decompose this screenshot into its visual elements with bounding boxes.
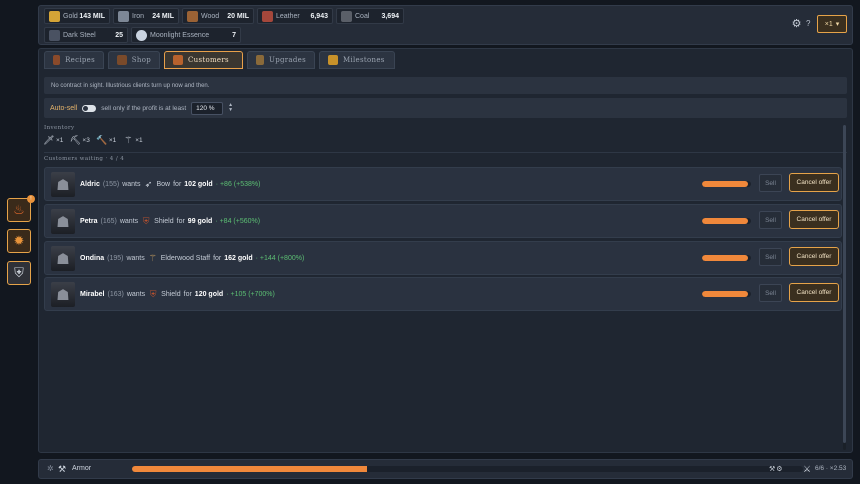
iron-icon bbox=[118, 10, 129, 22]
sell-button[interactable]: Sell bbox=[759, 174, 782, 192]
staff-icon: ⚚ bbox=[148, 252, 157, 263]
customer-request: Ondina (195) wants ⚚ Elderwood Staff for… bbox=[80, 252, 305, 263]
resource-leather: Leather 6,943 bbox=[257, 8, 333, 24]
sell-button[interactable]: Sell bbox=[759, 284, 782, 302]
armor-button[interactable]: ⛨ bbox=[7, 261, 31, 285]
threshold-stepper[interactable]: ▲ ▼ bbox=[228, 103, 233, 113]
cancel-offer-button[interactable]: Cancel offer bbox=[789, 173, 839, 192]
notification-badge: ! bbox=[27, 195, 35, 203]
patience-bar bbox=[702, 181, 751, 187]
divider bbox=[44, 152, 847, 153]
gold-icon bbox=[49, 10, 60, 22]
resource-gold: Gold 143 MIL bbox=[44, 8, 110, 24]
inventory-item[interactable]: ⚚ ×1 bbox=[123, 135, 142, 145]
help-icon[interactable]: ? bbox=[806, 19, 810, 28]
customer-row: ☗ Petra (165) wants ⛨ Shield for 99 gold… bbox=[44, 204, 842, 238]
auto-sell-text: sell only if the profit is at least bbox=[101, 104, 187, 112]
customer-request: Mirabel (163) wants ⛨ Shield for 120 gol… bbox=[80, 288, 275, 299]
profit-threshold-input[interactable]: 120 % bbox=[191, 101, 224, 115]
scrollbar-thumb[interactable] bbox=[843, 125, 846, 443]
staff-icon: ⚚ bbox=[124, 134, 133, 145]
inventory-item[interactable]: 🗡 ×1 bbox=[43, 134, 63, 145]
patience-bar bbox=[702, 291, 751, 297]
fire-button[interactable]: ✹ bbox=[7, 229, 31, 253]
armor-icon: ⚒ bbox=[58, 464, 67, 474]
moonlight-essence-icon bbox=[136, 29, 147, 41]
craft-progress-bar bbox=[132, 466, 803, 472]
customer-portrait: ☗ bbox=[51, 172, 75, 197]
shop-icon bbox=[117, 55, 127, 65]
tab-recipes[interactable]: Recipes bbox=[44, 51, 104, 69]
cancel-offer-button[interactable]: Cancel offer bbox=[789, 247, 839, 266]
auto-sell-row: Auto-sell sell only if the profit is at … bbox=[44, 98, 847, 118]
forge-icon: ♨ bbox=[13, 202, 25, 217]
leather-icon bbox=[262, 10, 273, 22]
settings-icon[interactable]: ✲ bbox=[47, 464, 54, 473]
customer-request: Petra (165) wants ⛨ Shield for 99 gold ·… bbox=[80, 215, 261, 226]
customer-request: Aldric (155) wants ➶ Bow for 102 gold · … bbox=[80, 178, 261, 189]
milestone-icon bbox=[328, 55, 338, 65]
chevron-down-icon[interactable]: ▼ bbox=[228, 108, 233, 113]
customer-portrait: ☗ bbox=[51, 209, 75, 234]
multiplier-select[interactable]: ×1 ▾ bbox=[817, 15, 847, 33]
hammer-icon: 🔨 bbox=[96, 134, 108, 145]
armor-icon: ⛨ bbox=[14, 265, 24, 280]
customer-row: ☗ Mirabel (163) wants ⛨ Shield for 120 g… bbox=[44, 277, 842, 311]
patience-bar bbox=[702, 218, 751, 224]
bow-icon: ➶ bbox=[144, 178, 153, 189]
cancel-offer-button[interactable]: Cancel offer bbox=[789, 210, 839, 229]
craft-bar: ✲ ⚒ Armor ⚒⚙ ⚔ 6/6 · ×2.53 bbox=[38, 459, 853, 479]
recipe-book-icon bbox=[53, 55, 61, 65]
inventory-item[interactable]: 🔨 ×1 bbox=[96, 134, 116, 145]
tools-icons: ⚒⚙ bbox=[769, 466, 784, 473]
tab-upgrades[interactable]: Upgrades bbox=[247, 51, 315, 69]
contract-notice: No contract in sight. Illustrious client… bbox=[44, 77, 847, 94]
coal-icon bbox=[341, 10, 352, 22]
tab-customers[interactable]: Customers bbox=[164, 51, 243, 69]
resource-moonlight-essence: Moonlight Essence 7 bbox=[131, 27, 241, 43]
sword-icon: 🗡 bbox=[43, 134, 55, 145]
resource-iron: Iron 24 MIL bbox=[113, 8, 179, 24]
tab-milestones[interactable]: Milestones bbox=[319, 51, 395, 69]
auto-sell-label: Auto-sell bbox=[50, 104, 78, 112]
inventory-list: 🗡 ×1 ⛏ ×3 🔨 ×1 ⚚ ×1 bbox=[43, 134, 142, 145]
cancel-offer-button[interactable]: Cancel offer bbox=[789, 283, 839, 302]
auto-sell-toggle[interactable] bbox=[82, 104, 97, 112]
shield-icon: ⛨ bbox=[149, 288, 157, 299]
wood-icon bbox=[187, 10, 198, 22]
inventory-title: Inventory bbox=[44, 125, 75, 131]
dark-steel-icon bbox=[49, 29, 60, 41]
resource-coal: Coal 3,694 bbox=[336, 8, 404, 24]
inventory-item[interactable]: ⛏ ×3 bbox=[69, 134, 90, 145]
chevron-down-icon: ▾ bbox=[835, 21, 840, 28]
fire-icon: ✹ bbox=[13, 233, 25, 248]
gear-icon[interactable]: ⚙ bbox=[791, 19, 802, 30]
resource-dark-steel: Dark Steel 25 bbox=[44, 27, 128, 43]
sell-button[interactable]: Sell bbox=[759, 211, 782, 229]
scrollbar[interactable] bbox=[843, 125, 846, 450]
resource-wood: Wood 20 MIL bbox=[182, 8, 254, 24]
customer-portrait: ☗ bbox=[51, 246, 75, 271]
customer-icon bbox=[173, 55, 183, 65]
shield-icon: ⛨ bbox=[142, 215, 150, 226]
customer-row: ☗ Ondina (195) wants ⚚ Elderwood Staff f… bbox=[44, 241, 842, 275]
craft-item-name: Armor bbox=[72, 465, 92, 472]
customers-title: Customers waiting · 4 / 4 bbox=[44, 156, 125, 162]
tab-shop[interactable]: Shop bbox=[108, 51, 160, 69]
customer-row: ☗ Aldric (155) wants ➶ Bow for 102 gold … bbox=[44, 167, 842, 201]
weapon-icon: ⚔ bbox=[803, 464, 812, 474]
patience-bar bbox=[702, 255, 751, 261]
craft-count: 6/6 · ×2.53 bbox=[815, 465, 847, 472]
upgrade-icon bbox=[256, 55, 264, 65]
sell-button[interactable]: Sell bbox=[759, 248, 782, 266]
customer-portrait: ☗ bbox=[51, 282, 75, 307]
pickaxe-icon: ⛏ bbox=[69, 134, 82, 145]
